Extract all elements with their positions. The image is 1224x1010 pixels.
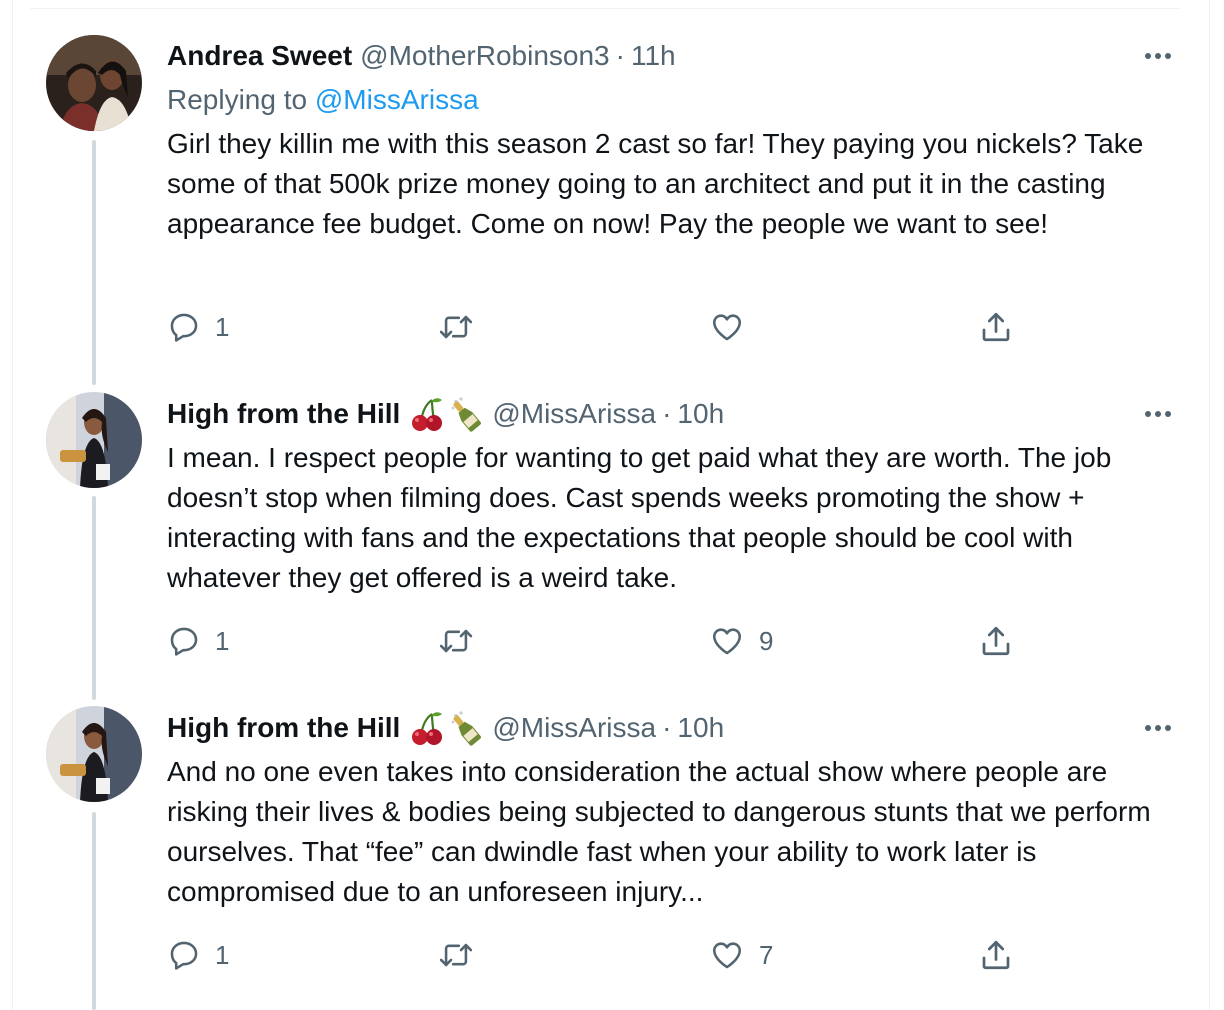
like-button[interactable] <box>709 307 759 347</box>
thread-line <box>92 140 96 385</box>
share-icon <box>982 312 1010 342</box>
replying-to: Replying to @MissArissa <box>167 84 479 116</box>
tweet-header: Andrea Sweet @MotherRobinson3 · 11h <box>167 38 676 74</box>
reply-button[interactable]: 1 <box>167 307 229 347</box>
more-options-icon[interactable] <box>1140 718 1176 738</box>
retweet-icon <box>439 315 473 339</box>
retweet-button[interactable] <box>437 307 489 347</box>
avatar[interactable] <box>46 35 142 131</box>
tweet-header: High from the Hill @MissArissa · 10h <box>167 710 724 746</box>
display-name[interactable]: High from the Hill <box>167 712 400 744</box>
share-button[interactable] <box>978 621 1014 661</box>
share-button[interactable] <box>978 307 1014 347</box>
user-handle[interactable]: @MissArissa <box>492 712 656 744</box>
cherries-emoji <box>410 710 444 746</box>
reply-count: 1 <box>215 311 230 342</box>
separator-dot: · <box>615 40 625 71</box>
timestamp[interactable]: 10h <box>677 712 724 744</box>
display-name[interactable]: High from the Hill <box>167 398 400 430</box>
like-button[interactable]: 9 <box>709 621 773 661</box>
timestamp[interactable]: 11h <box>631 40 676 72</box>
heart-icon <box>712 942 742 969</box>
tweet-header: High from the Hill @MissArissa · 10h <box>167 396 724 432</box>
replying-prefix: Replying to <box>167 84 315 115</box>
reply-count: 1 <box>215 625 230 656</box>
tweet-actions: 1 <box>167 307 1047 347</box>
avatar[interactable] <box>46 392 142 488</box>
more-options-icon[interactable] <box>1140 46 1176 66</box>
timestamp[interactable]: 10h <box>677 398 724 430</box>
reply-button[interactable]: 1 <box>167 621 229 661</box>
tweet-text: And no one even takes into consideration… <box>167 756 1151 907</box>
like-button[interactable]: 7 <box>709 935 773 975</box>
thread-line <box>92 812 96 1010</box>
user-handle[interactable]: @MotherRobinson3 <box>360 40 609 72</box>
reply-icon <box>170 941 198 970</box>
thread-line <box>92 496 96 700</box>
tweet-text: Girl they killin me with this season 2 c… <box>167 128 1144 239</box>
replying-mention[interactable]: @MissArissa <box>315 84 479 115</box>
share-icon <box>982 626 1010 656</box>
share-button[interactable] <box>978 935 1014 975</box>
retweet-icon <box>439 629 473 653</box>
tweet-text: I mean. I respect people for wanting to … <box>167 442 1112 593</box>
share-icon <box>982 940 1010 970</box>
separator-dot: · <box>662 398 672 429</box>
user-handle[interactable]: @MissArissa <box>492 398 656 430</box>
display-name[interactable]: Andrea Sweet <box>167 40 352 72</box>
reply-button[interactable]: 1 <box>167 935 229 975</box>
reply-icon <box>170 627 198 656</box>
top-divider <box>30 8 1180 9</box>
retweet-icon <box>439 943 473 967</box>
heart-icon <box>712 314 742 341</box>
more-options-icon[interactable] <box>1140 404 1176 424</box>
retweet-button[interactable] <box>437 621 489 661</box>
heart-icon <box>712 628 742 655</box>
tweet-actions: 1 9 <box>167 621 1047 661</box>
retweet-button[interactable] <box>437 935 489 975</box>
cherries-emoji <box>410 396 444 432</box>
champagne-bottle-emoji <box>448 710 484 746</box>
separator-dot: · <box>662 712 672 743</box>
reply-count: 1 <box>215 939 230 970</box>
tweet-actions: 1 7 <box>167 935 1047 975</box>
champagne-bottle-emoji <box>448 396 484 432</box>
reply-icon <box>170 313 198 342</box>
like-count: 7 <box>759 939 774 970</box>
avatar[interactable] <box>46 706 142 802</box>
like-count: 9 <box>759 625 774 656</box>
